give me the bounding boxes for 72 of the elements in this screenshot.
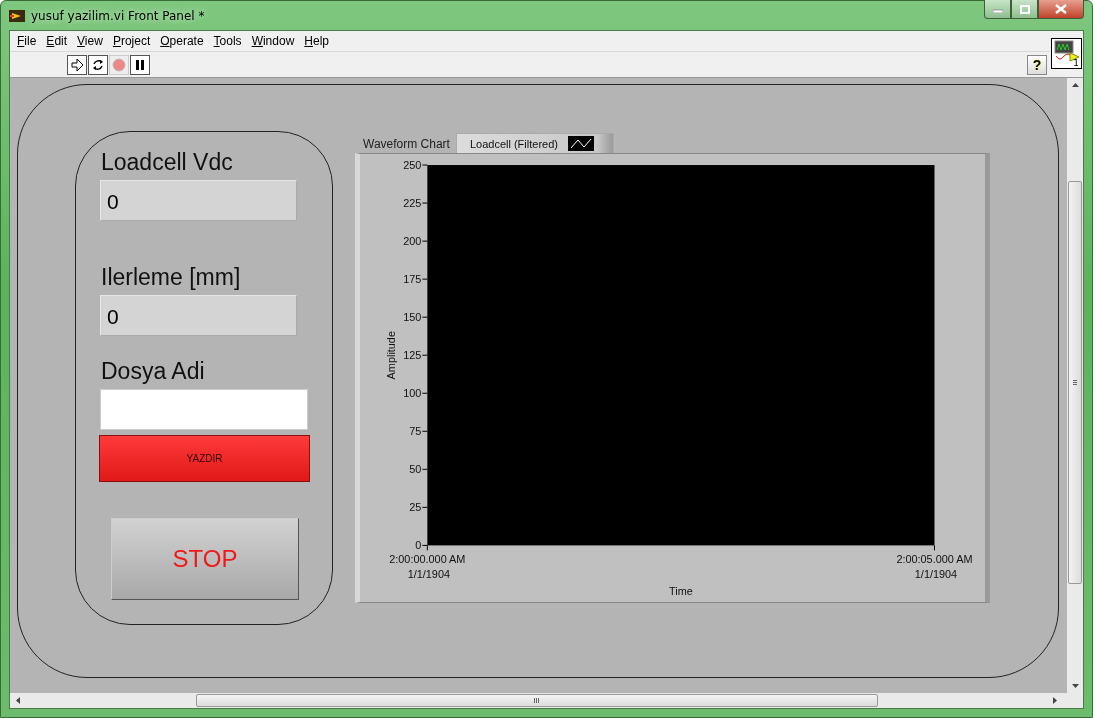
menu-item[interactable]: View <box>72 34 108 48</box>
menu-item[interactable]: Help <box>299 34 334 48</box>
connector-number: 1 <box>1073 58 1079 68</box>
y-tick-label: 50 <box>409 463 422 476</box>
minimize-button[interactable] <box>984 0 1011 19</box>
tick-mark <box>421 430 428 432</box>
tick-mark <box>421 316 428 318</box>
tick-mark <box>421 240 428 242</box>
menu-item[interactable]: Edit <box>41 34 73 48</box>
help-button[interactable]: ? <box>1027 54 1047 75</box>
text-field[interactable] <box>100 389 308 430</box>
indicator-label: Loadcell Vdc <box>101 149 234 177</box>
menu-item[interactable]: Window <box>246 34 300 48</box>
y-tick-label: 125 <box>403 349 422 362</box>
menu-item[interactable]: Tools <box>208 34 247 48</box>
tick-mark <box>421 392 428 394</box>
legend-label: Loadcell (Filtered) <box>469 137 558 150</box>
cycle-arrows-icon <box>91 57 105 72</box>
run-continuously-button[interactable] <box>88 54 108 75</box>
indicator-label: Ilerleme [mm] <box>101 264 242 292</box>
y-tick-label: 225 <box>403 197 422 210</box>
arrow-icon <box>70 57 84 72</box>
line-style-icon <box>567 136 594 151</box>
pause-icon <box>134 58 146 71</box>
y-tick-label: 150 <box>403 311 422 324</box>
y-tick-label: 175 <box>403 273 422 286</box>
app-icon <box>9 8 25 23</box>
stop-circle-icon <box>112 57 126 72</box>
tick-mark <box>934 544 935 551</box>
tick-mark <box>421 468 428 470</box>
y-axis-label: Amplitude <box>384 331 397 380</box>
scroll-down-icon <box>1071 684 1079 688</box>
tick-mark <box>421 354 428 356</box>
pause-button[interactable] <box>130 54 150 75</box>
tick-mark <box>421 202 428 204</box>
scroll-thumb[interactable] <box>196 694 878 707</box>
x-tick-label: 2:00:05.000 AM 1/1/1904 <box>896 553 973 581</box>
tick-mark <box>421 164 428 166</box>
menu-item[interactable]: File <box>12 34 42 48</box>
menu-item[interactable]: Project <box>107 34 156 48</box>
scroll-left-icon <box>16 697 20 704</box>
window-title: yusuf yazilim.vi Front Panel * <box>31 8 205 23</box>
grip-icon <box>534 698 540 703</box>
grip-icon <box>1073 379 1077 386</box>
numeric-indicator: 0 <box>100 295 297 336</box>
x-axis-label: Time <box>669 584 693 597</box>
chart-title: Waveform Chart <box>362 137 451 153</box>
y-tick-label: 200 <box>403 235 422 248</box>
run-button[interactable] <box>67 54 87 75</box>
y-tick-label: 25 <box>409 501 422 514</box>
horizontal-scrollbar[interactable] <box>10 693 1083 708</box>
vi-icon[interactable]: 1 <box>1051 38 1082 69</box>
tick-mark <box>421 278 428 280</box>
tick-mark <box>421 506 428 508</box>
scroll-up-icon <box>1071 83 1079 87</box>
x-tick-label: 2:00:00.000 AM 1/1/1904 <box>389 553 466 581</box>
vertical-scrollbar[interactable] <box>1067 78 1083 693</box>
maximize-button[interactable] <box>1011 0 1038 19</box>
print-button[interactable]: YAZDIR <box>99 435 310 482</box>
close-icon <box>1055 4 1067 14</box>
y-tick-label: 0 <box>415 539 422 552</box>
y-tick-label: 75 <box>409 425 422 438</box>
menu-item[interactable]: Operate <box>155 34 209 48</box>
field-label: Dosya Adi <box>101 358 206 386</box>
plot-legend[interactable]: Loadcell (Filtered) <box>455 133 614 153</box>
y-tick-label: 100 <box>403 387 422 400</box>
scroll-thumb[interactable] <box>1068 181 1082 584</box>
maximize-icon <box>1019 4 1030 14</box>
close-button[interactable] <box>1038 0 1084 19</box>
numeric-indicator: 0 <box>100 180 297 221</box>
scroll-right-icon <box>1053 697 1057 704</box>
y-tick-label: 250 <box>403 159 422 171</box>
